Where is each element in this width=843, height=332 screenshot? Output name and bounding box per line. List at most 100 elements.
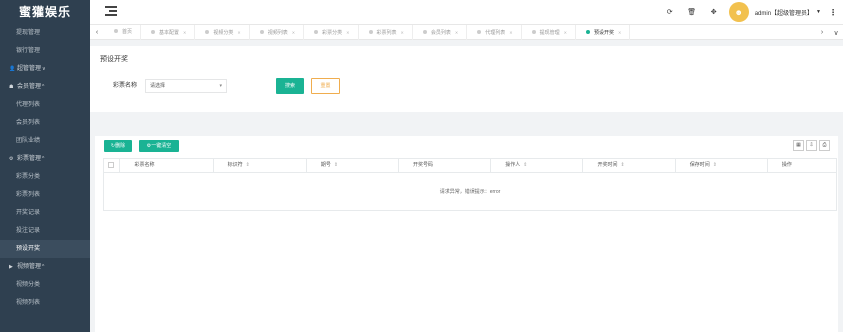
tabs-prev-icon[interactable]: ‹ <box>90 29 104 36</box>
tab-dot-icon <box>531 30 536 35</box>
tab[interactable]: 视频列表 ✕ <box>250 24 305 40</box>
sidebar-item[interactable]: 投注记录 <box>0 222 90 240</box>
column-header-label: 彩票名称 <box>134 162 155 168</box>
sort-icon[interactable]: ⇕ <box>334 162 338 168</box>
table-panel: ↻删除 ⚙一键清空 ▦ ⇩ ⎙ 彩票名称 标识符 ⇕ 期号 ⇕ 开奖号码 操作人 ⇕ 开奖时间 ⇕… <box>95 136 838 332</box>
lottery-name-select[interactable]: 请选择 ▾ <box>145 79 227 93</box>
tab-label: 视频分类 <box>213 29 234 36</box>
sidebar-item[interactable]: 视频分类 <box>0 276 90 294</box>
tab-dot-icon <box>259 30 264 35</box>
select-value: 请选择 <box>150 83 166 89</box>
tab-label: 彩票列表 <box>376 29 397 36</box>
sidebar-menu: 提现管理 银行管理 👤 超管管理∨ ☗ 会员管理^ 代理列表 会员列表 团队业绩 ⚙ 彩票管理^ 彩票… <box>0 24 90 312</box>
sort-icon[interactable]: ⇕ <box>620 162 624 168</box>
tab[interactable]: 预设开奖 ✕ <box>576 24 631 40</box>
fullscreen-icon[interactable]: ✥ <box>703 8 725 16</box>
tabs-dropdown-icon[interactable]: ∨ <box>829 29 843 37</box>
tab-dot-icon <box>205 30 210 35</box>
tabs-controls: › ∨ <box>815 25 843 40</box>
sidebar-item[interactable]: 银行管理 <box>0 42 90 60</box>
column-header-label: 开奖号码 <box>413 162 434 168</box>
tab[interactable]: 首页 <box>104 24 142 40</box>
search-button[interactable]: 搜索 <box>276 78 304 94</box>
page-tabs: ‹ 首页 基本配置 ✕ 视频分类 ✕ 视频列表 ✕ 彩票分类 ✕ 彩票列表 ✕ 会员列表 ✕ 代理列表 ✕ 提… <box>90 24 843 40</box>
tab[interactable]: 视频分类 ✕ <box>195 24 250 40</box>
sort-icon[interactable]: ⇕ <box>246 162 250 168</box>
header-actions: ⟳ 🗑 ✥ ☻ admin【超级管理员】 ▼ ⋮ <box>659 0 843 24</box>
tabs-list: 首页 基本配置 ✕ 视频分类 ✕ 视频列表 ✕ 彩票分类 ✕ 彩票列表 ✕ 会员列表 ✕ 代理列表 ✕ 提现管… <box>104 24 631 40</box>
close-icon[interactable]: ✕ <box>455 30 458 35</box>
sidebar-item[interactable]: 彩票列表 <box>0 186 90 204</box>
trash-icon[interactable]: 🗑 <box>681 8 703 16</box>
column-header: 操作 <box>768 159 836 172</box>
sort-icon[interactable]: ⇕ <box>713 162 717 168</box>
tab-label: 会员列表 <box>430 29 451 36</box>
select-all-checkbox[interactable] <box>104 159 121 172</box>
users-icon: ☗ <box>9 84 14 90</box>
close-icon[interactable]: ✕ <box>509 30 512 35</box>
tab-label: 视频列表 <box>267 29 288 36</box>
sidebar-group[interactable]: 👤 超管管理∨ <box>0 60 90 78</box>
tab[interactable]: 基本配置 ✕ <box>141 24 196 40</box>
more-vertical-icon[interactable]: ⋮ <box>829 8 837 17</box>
column-header-label: 期号 <box>320 162 331 168</box>
sidebar-item[interactable]: 代理列表 <box>0 96 90 114</box>
person-icon: 👤 <box>9 66 16 72</box>
sort-icon[interactable]: ⇕ <box>523 162 527 168</box>
user-name[interactable]: admin【超级管理员】 <box>755 8 813 17</box>
tabs-next-icon[interactable]: › <box>815 29 829 36</box>
sidebar-item[interactable]: 视频列表 <box>0 294 90 312</box>
sidebar-item[interactable]: 会员列表 <box>0 114 90 132</box>
close-icon[interactable]: ✕ <box>237 30 240 35</box>
column-header-label: 操作 <box>781 162 792 168</box>
close-icon[interactable]: ✕ <box>346 30 349 35</box>
column-header[interactable]: 操作人 ⇕ <box>491 159 584 172</box>
chevron-icon: ^ <box>42 156 45 162</box>
tab-dot-icon <box>368 30 373 35</box>
sidebar-item[interactable]: 彩票分类 <box>0 168 90 186</box>
caret-down-icon[interactable]: ▼ <box>816 9 821 15</box>
sidebar-group-label: 视频管理 <box>17 264 42 270</box>
sidebar-group[interactable]: ☗ 会员管理^ <box>0 78 90 96</box>
tab[interactable]: 提现管理 ✕ <box>522 24 577 40</box>
tab-label: 基本配置 <box>159 29 180 36</box>
tab-dot-icon <box>151 30 156 35</box>
column-header[interactable]: 标识符 ⇕ <box>214 159 307 172</box>
close-icon[interactable]: ✕ <box>618 30 621 35</box>
sidebar-group[interactable]: ⚙ 彩票管理^ <box>0 150 90 168</box>
refresh-icon[interactable]: ⟳ <box>659 8 681 16</box>
column-header: 彩票名称 <box>120 159 214 172</box>
app-logo[interactable]: 蜜獾娱乐 <box>0 0 90 24</box>
tab-dot-icon <box>314 30 319 35</box>
tab[interactable]: 彩票分类 ✕ <box>304 24 359 40</box>
menu-toggle-icon[interactable] <box>105 6 117 16</box>
close-icon[interactable]: ✕ <box>564 30 567 35</box>
delete-button[interactable]: ↻删除 <box>104 140 132 152</box>
tab-label: 预设开奖 <box>594 29 615 36</box>
sidebar-item[interactable]: 团队业绩 <box>0 132 90 150</box>
tab[interactable]: 彩票列表 ✕ <box>359 24 413 40</box>
video-icon: ▶ <box>9 264 13 270</box>
print-icon[interactable]: ⎙ <box>819 140 830 151</box>
columns-icon[interactable]: ▦ <box>793 140 804 151</box>
sidebar-item[interactable]: 开奖记录 <box>0 204 90 222</box>
chevron-icon: ∨ <box>42 66 46 72</box>
column-header[interactable]: 期号 ⇕ <box>307 159 400 172</box>
tab[interactable]: 会员列表 ✕ <box>413 24 468 40</box>
sidebar-group[interactable]: ▶ 视频管理^ <box>0 258 90 276</box>
close-icon[interactable]: ✕ <box>292 30 295 35</box>
export-icon[interactable]: ⇩ <box>806 140 817 151</box>
close-icon[interactable]: ✕ <box>401 30 404 35</box>
avatar[interactable]: ☻ <box>728 2 749 22</box>
tab-label: 彩票分类 <box>322 29 343 36</box>
clear-all-button[interactable]: ⚙一键清空 <box>139 140 179 152</box>
sidebar-item[interactable]: 预设开奖 <box>0 240 90 258</box>
reset-button[interactable]: 重置 <box>311 78 340 94</box>
column-header[interactable]: 开奖时间 ⇕ <box>583 159 676 172</box>
empty-message: 请求异常，错误提示：error <box>103 173 837 211</box>
sidebar-group-label: 会员管理 <box>17 84 42 90</box>
close-icon[interactable]: ✕ <box>183 30 186 35</box>
sidebar-item[interactable]: 提现管理 <box>0 24 90 42</box>
tab[interactable]: 代理列表 ✕ <box>467 24 522 40</box>
column-header[interactable]: 保存时间 ⇕ <box>676 159 768 172</box>
